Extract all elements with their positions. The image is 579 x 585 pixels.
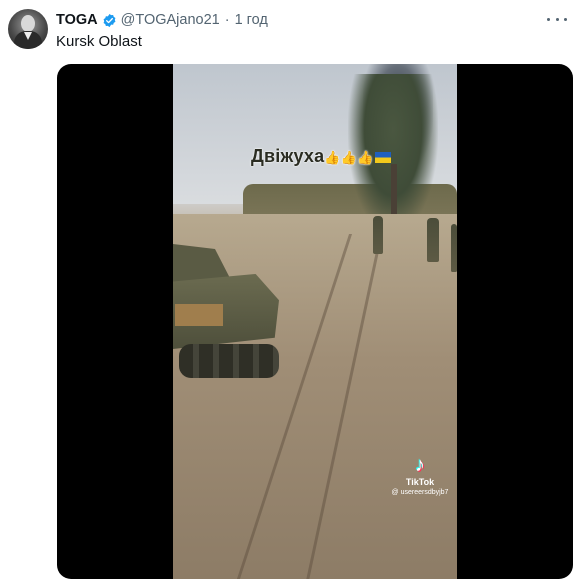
tweet-header: TOGA @TOGAjano21 · 1 год [56,11,268,29]
soldier-figure [373,216,383,254]
vehicle-turret [173,244,233,284]
more-dot [547,17,550,21]
timestamp[interactable]: 1 год [235,12,268,28]
display-name[interactable]: TOGA [56,12,98,28]
tweet-text: Kursk Oblast [56,33,142,50]
tiktok-logo-icon: ♪ [415,454,425,476]
profile-avatar[interactable] [8,9,48,49]
video-frame[interactable]: Двіжуха👍👍👍 ♪ TikTok @ usereersdbyjb7 [173,64,457,579]
soldier-figure [427,218,439,262]
vehicle-crate [175,304,223,326]
armored-vehicle [173,234,283,384]
caption-emojis: 👍👍👍 [324,150,374,165]
tiktok-watermark: ♪ TikTok @ usereersdbyjb7 [383,454,457,496]
header-separator: · [224,12,230,28]
video-caption: Двіжуха👍👍👍 [251,146,392,167]
video-player[interactable]: Двіжуха👍👍👍 ♪ TikTok @ usereersdbyjb7 [57,64,573,579]
more-dot [564,17,567,21]
tiktok-username: @ usereersdbyjb7 [391,489,449,496]
more-dot [555,17,559,21]
vehicle-wheels [179,344,279,378]
verified-badge-icon [103,13,116,27]
soldier-figure [451,224,457,272]
more-options-icon[interactable] [547,13,567,25]
user-handle[interactable]: @TOGAjano21 [121,12,220,28]
tiktok-brand: TikTok [405,477,435,487]
ukraine-flag-icon [375,151,392,163]
video-caption-text: Двіжуха [251,146,325,166]
avatar-head [21,15,35,32]
